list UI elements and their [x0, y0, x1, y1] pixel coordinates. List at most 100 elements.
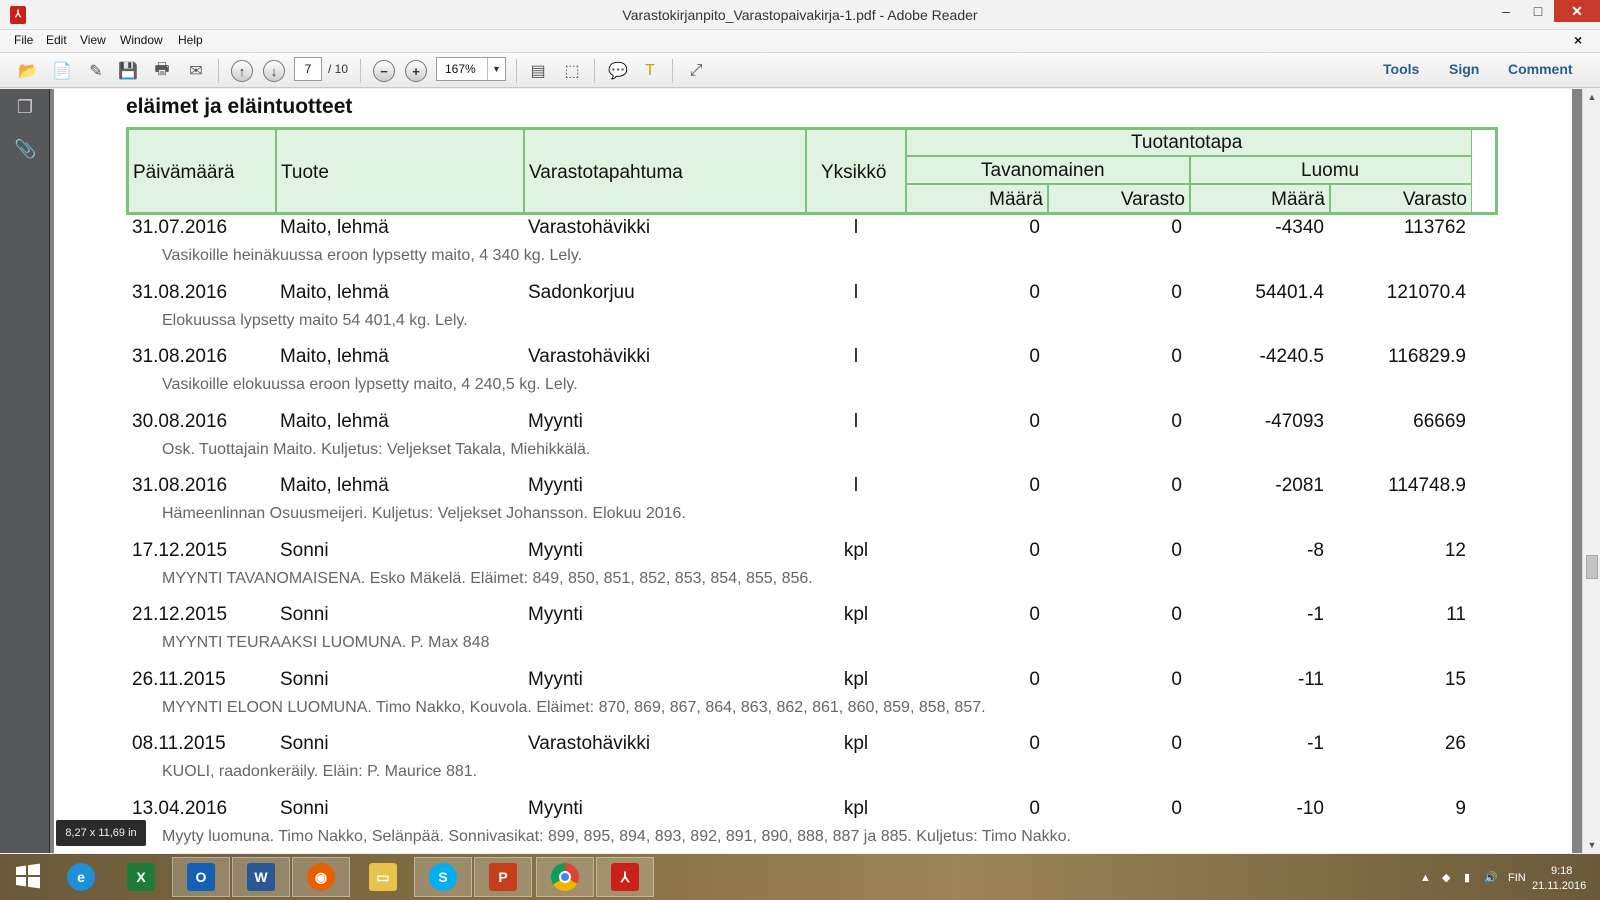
chevron-down-icon[interactable]: ▼ [487, 58, 505, 80]
cell-conventional-amount: 0 [1029, 540, 1040, 561]
cell-conventional-amount: 0 [1029, 411, 1040, 432]
menu-help[interactable]: Help [178, 33, 203, 47]
edit-icon[interactable]: ✎ [84, 59, 108, 83]
cell-product: Maito, lehmä [280, 475, 389, 496]
cell-organic-amount: -1 [1307, 604, 1324, 625]
cell-unit: kpl [843, 733, 869, 754]
cell-conventional-amount: 0 [1029, 669, 1040, 690]
cell-organic-amount: -11 [1297, 669, 1324, 690]
close-document-icon[interactable]: × [1574, 32, 1582, 48]
zoom-select[interactable]: 167% ▼ [436, 57, 506, 81]
cell-organic-stock: 12 [1444, 540, 1466, 561]
input-language[interactable]: FIN [1508, 872, 1526, 884]
clock-time[interactable]: 9:18 [1551, 865, 1572, 877]
cell-product: Maito, lehmä [280, 217, 389, 238]
sticky-note-icon[interactable]: 💬 [606, 59, 630, 83]
plus-icon: + [405, 60, 427, 82]
taskbar-excel[interactable]: X [112, 857, 170, 897]
print-icon[interactable]: 🖶 [150, 59, 174, 83]
cell-conventional-stock: 0 [1171, 540, 1182, 561]
cell-organic-amount: -1 [1307, 733, 1324, 754]
cell-conventional-stock: 0 [1171, 733, 1182, 754]
taskbar-internet-explorer[interactable]: e [52, 857, 110, 897]
menu-window[interactable]: Window [120, 33, 163, 47]
zoom-in-button[interactable]: + [404, 59, 428, 83]
previous-page-button[interactable]: ↑ [230, 59, 254, 83]
cell-unit: l [853, 411, 859, 432]
cell-conventional-stock: 0 [1171, 217, 1182, 238]
scroll-thumb[interactable] [1586, 555, 1598, 579]
toolbar-separator [594, 59, 595, 83]
cell-date: 21.12.2015 [132, 604, 228, 625]
toolbar-separator [516, 59, 517, 83]
scroll-up-icon[interactable]: ▲ [1583, 89, 1600, 105]
taskbar-outlook[interactable]: O [172, 857, 230, 897]
taskbar-chrome[interactable] [536, 857, 594, 897]
cell-conventional-amount: 0 [1029, 282, 1040, 303]
cell-event: Myynti [528, 411, 583, 432]
menu-edit[interactable]: Edit [46, 33, 67, 47]
cell-organic-stock: 114748.9 [1388, 475, 1466, 496]
taskbar-firefox[interactable]: ◉ [292, 857, 350, 897]
comment-link[interactable]: Comment [1508, 61, 1573, 77]
cell-event: Sadonkorjuu [528, 282, 635, 303]
excel-icon: X [127, 863, 155, 891]
volume-icon[interactable]: 🔊 [1484, 871, 1498, 884]
save-icon[interactable]: 💾 [116, 59, 140, 83]
cell-organic-stock: 66669 [1413, 411, 1466, 432]
maximize-button[interactable]: □ [1522, 0, 1554, 22]
cell-event: Myynti [528, 540, 583, 561]
page-number-input[interactable]: 7 [294, 57, 322, 81]
cell-date: 17.12.2015 [132, 540, 228, 561]
adobe-reader-window: ⅄ Varastokirjanpito_Varastopaivakirja-1.… [0, 0, 1600, 900]
row-note: Elokuussa lypsetty maito 54 401,4 kg. Le… [162, 312, 468, 329]
network-icon[interactable]: ▮ [1464, 871, 1470, 884]
tools-link[interactable]: Tools [1383, 61, 1419, 77]
taskbar-adobe-reader[interactable]: ⅄ [596, 857, 654, 897]
clock-date[interactable]: 21.11.2016 [1532, 880, 1586, 892]
highlight-text-icon[interactable]: T [638, 59, 662, 83]
cell-date: 08.11.2015 [132, 733, 226, 754]
row-note: MYYNTI ELOON LUOMUNA. Timo Nakko, Kouvol… [162, 699, 986, 716]
vertical-scrollbar[interactable]: ▲ ▼ [1582, 89, 1600, 853]
cell-organic-amount: -4340 [1275, 217, 1324, 238]
open-file-icon[interactable]: 📂 [16, 59, 40, 83]
sign-link[interactable]: Sign [1449, 61, 1479, 77]
taskbar-file-explorer[interactable]: ▭ [354, 857, 412, 897]
cell-event: Varastohävikki [528, 733, 651, 754]
menu-file[interactable]: File [14, 33, 33, 47]
create-pdf-icon[interactable]: 📄 [50, 59, 74, 83]
fullscreen-icon[interactable]: ⤢ [684, 59, 708, 83]
outlook-icon: O [187, 863, 215, 891]
scroll-down-icon[interactable]: ▼ [1583, 837, 1600, 853]
close-button[interactable]: ✕ [1554, 0, 1600, 22]
email-icon[interactable]: ✉ [184, 59, 208, 83]
fit-width-icon[interactable]: ⬚ [560, 59, 584, 83]
windows-start-icon[interactable] [10, 858, 46, 894]
cell-date: 13.04.2016 [132, 798, 228, 819]
cell-organic-amount: 54401.4 [1255, 282, 1324, 303]
menu-view[interactable]: View [80, 33, 106, 47]
cell-unit: l [853, 346, 859, 367]
toolbar: 📂 📄 ✎ 💾 🖶 ✉ ↑ ↓ − + ▤ ⬚ 💬 T ⤢ [0, 52, 1600, 137]
cell-conventional-stock: 0 [1171, 411, 1182, 432]
dropbox-icon[interactable]: ◆ [1442, 871, 1450, 884]
zoom-out-button[interactable]: − [372, 59, 396, 83]
cell-organic-stock: 116829.9 [1388, 346, 1466, 367]
row-note: Hämeenlinnan Osuusmeijeri. Kuljetus: Vel… [162, 505, 686, 522]
cell-event: Varastohävikki [528, 217, 651, 238]
taskbar-word[interactable]: W [232, 857, 290, 897]
row-note: Osk. Tuottajain Maito. Kuljetus: Veljeks… [162, 441, 591, 458]
attachments-icon[interactable]: 📎 [14, 139, 36, 161]
cell-conventional-amount: 0 [1029, 346, 1040, 367]
next-page-button[interactable]: ↓ [262, 59, 286, 83]
table-header-border [126, 127, 1498, 215]
minus-icon: − [373, 60, 395, 82]
show-hidden-icons-icon[interactable]: ▲ [1420, 872, 1431, 884]
taskbar-skype[interactable]: S [414, 857, 472, 897]
taskbar-powerpoint[interactable]: P [474, 857, 532, 897]
fit-page-icon[interactable]: ▤ [526, 59, 550, 83]
page-thumbnails-icon[interactable]: ❐ [14, 97, 36, 119]
row-note: Vasikoille heinäkuussa eroon lypsetty ma… [162, 247, 583, 264]
minimize-button[interactable]: – [1490, 0, 1522, 22]
